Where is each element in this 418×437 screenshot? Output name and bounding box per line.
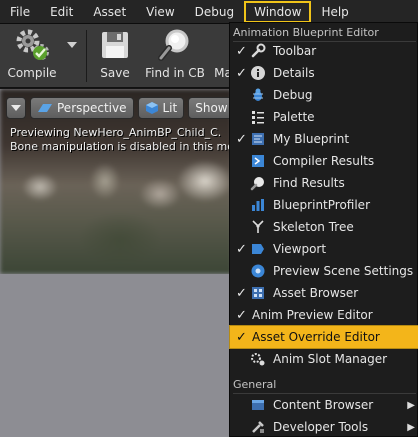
- menu-item-label: Viewport: [273, 242, 327, 256]
- menu-item-viewport[interactable]: ✓ Viewport: [230, 238, 418, 260]
- checkmark-icon: ✓: [236, 307, 247, 323]
- menu-item-label: Find Results: [273, 176, 345, 190]
- viewport-floor: [0, 274, 232, 437]
- menu-item-preview-scene-settings[interactable]: Preview Scene Settings: [230, 260, 418, 282]
- magnifier-icon: [250, 175, 266, 191]
- menu-item-asset-override-editor[interactable]: ✓ Asset Override Editor: [229, 325, 418, 349]
- menu-item-toolbar[interactable]: ✓ Toolbar: [230, 40, 418, 62]
- menu-asset[interactable]: Asset: [83, 1, 136, 23]
- perspective-icon: [38, 104, 52, 112]
- toolbar-divider: [86, 30, 87, 82]
- checkmark-icon: ✓: [236, 329, 247, 345]
- menu-help[interactable]: Help: [311, 1, 358, 23]
- menu-item-compiler-results[interactable]: Compiler Results: [230, 150, 418, 172]
- menu-item-label: Content Browser: [273, 398, 374, 412]
- perspective-label: Perspective: [57, 101, 127, 115]
- menu-debug[interactable]: Debug: [185, 1, 244, 23]
- viewport-options-button[interactable]: [6, 97, 26, 119]
- menu-item-label: Debug: [273, 88, 313, 102]
- lit-button[interactable]: Lit: [137, 97, 185, 119]
- wrench-icon: [250, 43, 266, 59]
- menu-item-skeleton-tree[interactable]: Skeleton Tree: [230, 216, 418, 238]
- bug-icon: [250, 87, 266, 103]
- show-button[interactable]: Show: [188, 97, 232, 119]
- show-label: Show: [195, 101, 228, 115]
- menu-item-label: Preview Scene Settings: [273, 264, 414, 278]
- menu-item-debug[interactable]: Debug: [230, 84, 418, 106]
- checkmark-icon: ✓: [236, 285, 247, 301]
- lit-label: Lit: [162, 101, 178, 115]
- menu-item-label: Palette: [273, 110, 315, 124]
- menu-item-label: Anim Preview Editor: [252, 308, 373, 322]
- toolbar: Compile Save Find in CB Ma: [0, 24, 232, 88]
- checkmark-icon: ✓: [236, 241, 247, 257]
- chevron-down-icon: [60, 24, 84, 66]
- skeleton-tree-icon: [250, 219, 266, 235]
- menu-item-label: BlueprintProfiler: [273, 198, 370, 212]
- menu-item-details[interactable]: ✓ Details: [230, 62, 418, 84]
- compiler-icon: [250, 153, 266, 169]
- settings-icon: [250, 263, 266, 279]
- menu-item-my-blueprint[interactable]: ✓ My Blueprint: [230, 128, 418, 150]
- menu-bar: File Edit Asset View Debug Window Help: [0, 0, 418, 24]
- section-header-general: General: [233, 378, 277, 391]
- preview-viewport[interactable]: Perspective Lit Show Previewing NewHero_…: [0, 89, 232, 437]
- save-button[interactable]: Save: [92, 24, 138, 88]
- menu-item-asset-browser[interactable]: ✓ Asset Browser: [230, 282, 418, 304]
- menu-item-content-browser[interactable]: Content Browser ▶: [230, 394, 418, 416]
- menu-item-label: Asset Override Editor: [252, 330, 380, 344]
- compile-button[interactable]: Compile: [4, 24, 60, 88]
- content-browser-icon: [250, 397, 266, 413]
- viewport-info-line-2: Bone manipulation is disabled in this mo…: [10, 140, 232, 153]
- save-label: Save: [100, 66, 130, 80]
- profiler-icon: [250, 197, 266, 213]
- find-in-cb-button[interactable]: Find in CB: [142, 24, 208, 88]
- section-header-animation-blueprint-editor: Animation Blueprint Editor: [233, 26, 379, 39]
- perspective-button[interactable]: Perspective: [30, 97, 134, 119]
- viewport-info-line-1: Previewing NewHero_AnimBP_Child_C.: [10, 126, 222, 139]
- menu-item-label: My Blueprint: [273, 132, 350, 146]
- floppy-disk-icon: [93, 24, 137, 66]
- menu-item-label: Asset Browser: [273, 286, 359, 300]
- find-in-cb-label: Find in CB: [145, 66, 205, 80]
- menu-item-find-results[interactable]: Find Results: [230, 172, 418, 194]
- asset-browser-icon: [250, 285, 266, 301]
- menu-item-label: Anim Slot Manager: [273, 352, 388, 366]
- menu-item-anim-preview-editor[interactable]: ✓ Anim Preview Editor: [230, 304, 418, 326]
- menu-item-label: Skeleton Tree: [273, 220, 354, 234]
- slot-manager-icon: [250, 351, 266, 367]
- menu-item-label: Toolbar: [273, 44, 317, 58]
- menu-window[interactable]: Window: [244, 0, 312, 23]
- lit-cube-icon: [145, 102, 158, 114]
- checkmark-icon: ✓: [236, 65, 247, 81]
- menu-item-blueprint-profiler[interactable]: BlueprintProfiler: [230, 194, 418, 216]
- magnifier-icon: [153, 24, 197, 66]
- menu-item-label: Compiler Results: [273, 154, 375, 168]
- window-menu-dropdown: Animation Blueprint Editor ✓ Toolbar ✓ D…: [229, 22, 418, 437]
- developer-tools-icon: [250, 419, 266, 435]
- checkmark-icon: ✓: [236, 131, 247, 147]
- menu-item-anim-slot-manager[interactable]: Anim Slot Manager: [230, 348, 418, 370]
- chevron-down-icon: [11, 105, 21, 111]
- menu-file[interactable]: File: [0, 1, 40, 23]
- menu-item-label: Details: [273, 66, 315, 80]
- submenu-arrow-icon: ▶: [407, 421, 415, 433]
- checkmark-icon: ✓: [236, 43, 247, 59]
- palette-list-icon: [250, 109, 266, 125]
- compile-options-button[interactable]: [60, 24, 84, 88]
- menu-item-label: Developer Tools: [273, 420, 369, 434]
- menu-item-developer-tools[interactable]: Developer Tools ▶: [230, 416, 418, 437]
- viewport-icon: [250, 241, 266, 257]
- menu-view[interactable]: View: [136, 1, 184, 23]
- compile-gears-icon: [10, 24, 54, 66]
- menu-edit[interactable]: Edit: [40, 1, 83, 23]
- info-icon: [250, 65, 266, 81]
- viewport-controls: Perspective Lit Show: [6, 97, 232, 119]
- submenu-arrow-icon: ▶: [407, 399, 415, 411]
- blueprint-icon: [250, 131, 266, 147]
- compile-label: Compile: [7, 66, 57, 80]
- menu-item-palette[interactable]: Palette: [230, 106, 418, 128]
